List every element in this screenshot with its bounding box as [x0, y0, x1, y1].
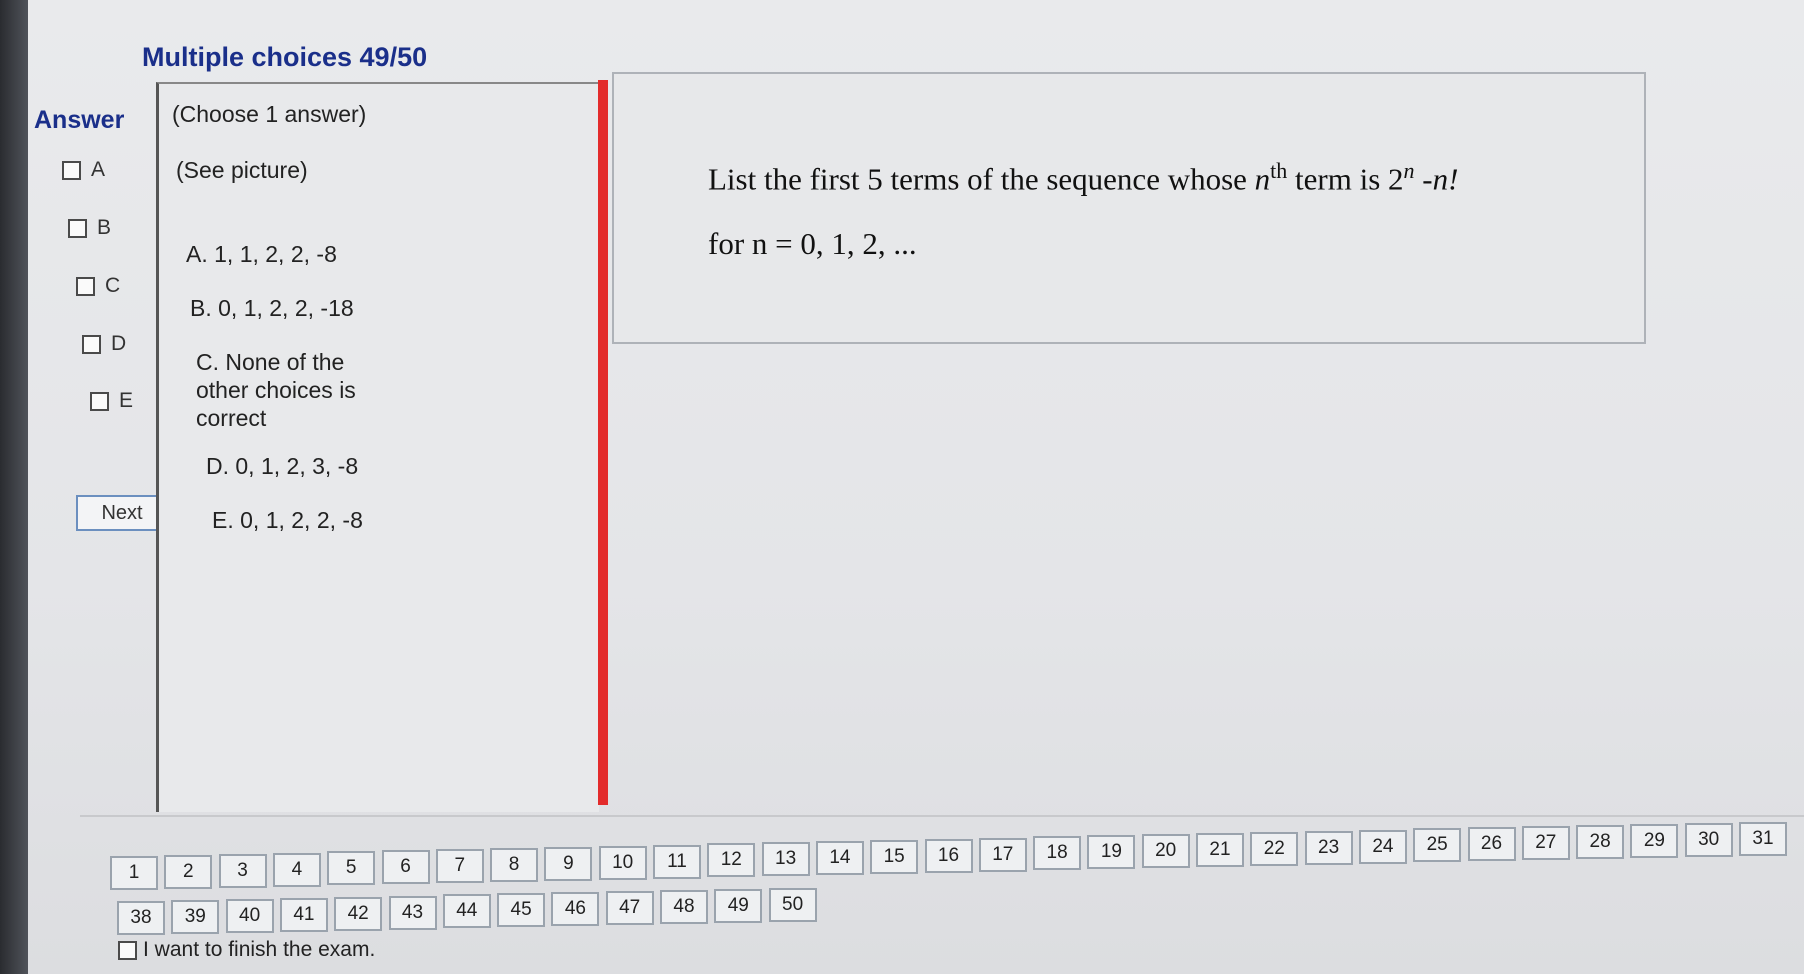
- question-nav-button[interactable]: 17: [978, 837, 1027, 872]
- question-nav-button[interactable]: 9: [544, 846, 593, 881]
- question-nav-button[interactable]: 12: [707, 843, 756, 878]
- question-nav-button[interactable]: 22: [1250, 831, 1299, 866]
- question-nav-button[interactable]: 5: [327, 851, 376, 886]
- option-letter: B: [97, 216, 112, 239]
- question-nav-button[interactable]: 26: [1467, 827, 1516, 862]
- question-nav-button[interactable]: 27: [1521, 826, 1570, 861]
- question-nav-button[interactable]: 14: [815, 841, 864, 876]
- question-nav-button[interactable]: 46: [551, 892, 600, 927]
- question-nav-button[interactable]: 38: [117, 901, 165, 935]
- checkbox-icon[interactable]: [118, 940, 137, 960]
- question-nav-button[interactable]: 3: [218, 853, 267, 888]
- question-nav-button[interactable]: 6: [381, 850, 430, 885]
- option-letter: D: [111, 332, 127, 355]
- question-nav-button[interactable]: 13: [761, 842, 810, 877]
- question-panel: [612, 72, 1646, 344]
- nav-separator: [80, 815, 1804, 817]
- choose-instruction: (Choose 1 answer): [172, 101, 367, 127]
- question-line-1: List the first 5 terms of the sequence w…: [708, 158, 1459, 197]
- question-nav-button[interactable]: 23: [1304, 830, 1353, 865]
- question-nav-button[interactable]: 44: [442, 894, 491, 929]
- question-nav-button[interactable]: 7: [435, 849, 484, 884]
- question-nav-button[interactable]: 25: [1413, 828, 1462, 863]
- question-nav-button[interactable]: 11: [653, 844, 701, 879]
- checkbox-icon[interactable]: [76, 276, 95, 296]
- answer-option-c[interactable]: C: [76, 274, 120, 298]
- checkbox-icon[interactable]: [68, 218, 87, 238]
- answer-option-b[interactable]: B: [68, 216, 111, 240]
- question-nav-button[interactable]: 48: [660, 890, 708, 924]
- answer-option-d[interactable]: D: [82, 332, 126, 356]
- question-nav-button[interactable]: 1: [110, 856, 158, 890]
- choice-a: A. 1, 1, 2, 2, -8: [186, 241, 337, 267]
- question-line-2: for n = 0, 1, 2, ...: [708, 226, 917, 261]
- question-nav-button[interactable]: 42: [334, 896, 383, 931]
- question-nav-button[interactable]: 8: [490, 847, 539, 882]
- checkbox-icon[interactable]: [82, 334, 101, 354]
- question-nav-button[interactable]: 10: [598, 845, 647, 880]
- question-nav-button[interactable]: 47: [605, 891, 654, 926]
- question-nav-button[interactable]: 15: [870, 839, 919, 874]
- question-nav-button[interactable]: 21: [1196, 833, 1244, 867]
- question-nav-button[interactable]: 28: [1576, 824, 1625, 859]
- question-nav-button[interactable]: 40: [225, 898, 274, 933]
- option-letter: A: [91, 158, 106, 181]
- answer-option-a[interactable]: A: [62, 158, 105, 182]
- question-nav-button[interactable]: 4: [272, 852, 321, 887]
- choice-c: C. None of the other choices is correct: [196, 349, 356, 431]
- option-letter: C: [105, 274, 121, 297]
- option-letter: E: [119, 389, 134, 412]
- question-nav-button[interactable]: 2: [164, 854, 213, 889]
- question-nav-button[interactable]: 31: [1739, 821, 1787, 856]
- finish-exam-option[interactable]: I want to finish the exam.: [118, 938, 375, 962]
- question-nav-button[interactable]: 20: [1141, 834, 1190, 869]
- question-nav-button[interactable]: 30: [1684, 822, 1733, 857]
- see-picture-note: (See picture): [176, 157, 308, 183]
- choice-b: B. 0, 1, 2, 2, -18: [190, 295, 354, 321]
- question-nav-button[interactable]: 45: [497, 893, 546, 928]
- question-nav-button[interactable]: 50: [768, 887, 817, 922]
- choice-e: E. 0, 1, 2, 2, -8: [212, 507, 363, 533]
- question-nav-button[interactable]: 41: [279, 897, 328, 932]
- checkbox-icon[interactable]: [62, 160, 81, 180]
- question-nav-button[interactable]: 24: [1358, 829, 1407, 864]
- question-nav-button[interactable]: 16: [924, 838, 973, 873]
- next-button[interactable]: Next: [76, 495, 168, 531]
- finish-exam-label: I want to finish the exam.: [143, 938, 376, 961]
- checkbox-icon[interactable]: [90, 391, 109, 411]
- choices-panel: [156, 82, 599, 812]
- question-nav-button[interactable]: 19: [1087, 835, 1136, 870]
- answer-label: Answer: [34, 106, 125, 134]
- page-title: Multiple choices 49/50: [142, 42, 428, 72]
- question-nav-button[interactable]: 43: [388, 895, 437, 930]
- choice-d: D. 0, 1, 2, 3, -8: [206, 453, 359, 479]
- question-nav-button[interactable]: 49: [714, 888, 763, 923]
- question-nav-button[interactable]: 29: [1630, 823, 1679, 858]
- question-nav-button[interactable]: 18: [1033, 836, 1082, 871]
- question-nav-button[interactable]: 39: [171, 899, 220, 934]
- panel-divider: [598, 80, 608, 805]
- answer-option-e[interactable]: E: [90, 389, 133, 413]
